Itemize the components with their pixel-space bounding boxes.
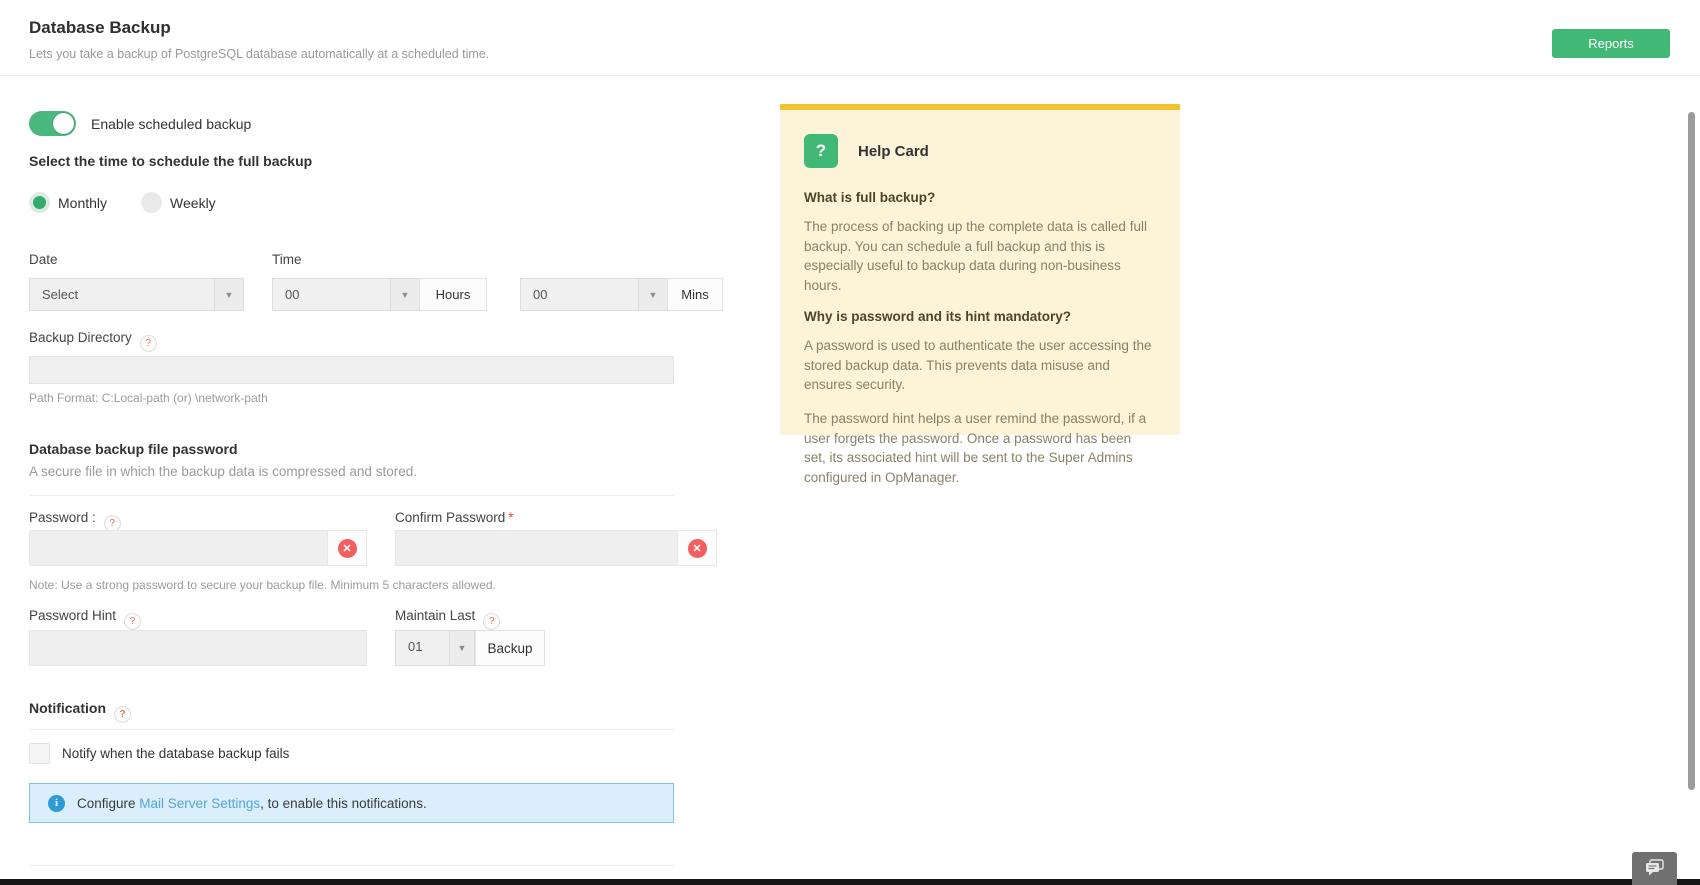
help-card-title: Help Card — [858, 142, 929, 160]
password-hint-input[interactable] — [29, 630, 367, 666]
divider — [29, 495, 674, 496]
maintain-last-label: Maintain Last? — [395, 608, 501, 630]
maintain-last-value: 01 — [408, 639, 423, 654]
date-select-value: Select — [42, 287, 79, 302]
info-text: Configure Mail Server Settings, to enabl… — [77, 796, 427, 811]
mins-select-value: 00 — [533, 287, 548, 302]
date-label: Date — [29, 252, 58, 267]
required-asterisk: * — [508, 510, 514, 525]
mins-unit-label: Mins — [667, 278, 723, 311]
password-input[interactable] — [30, 531, 328, 565]
help-icon[interactable]: ? — [483, 613, 501, 630]
mail-server-settings-link[interactable]: Mail Server Settings — [139, 796, 260, 811]
page-title: Database Backup — [29, 18, 171, 37]
mail-server-info-box: i Configure Mail Server Settings, to ena… — [29, 783, 674, 823]
enable-backup-toggle[interactable] — [29, 111, 76, 136]
chat-bubbles-icon — [1644, 858, 1666, 879]
confirm-password-field: ✕ — [395, 530, 717, 566]
weekly-radio-label: Weekly — [170, 194, 216, 211]
password-hint-label: Password Hint? — [29, 608, 142, 630]
password-section-title: Database backup file password — [29, 441, 238, 457]
path-format-hint: Path Format: C:Local-path (or) \network-… — [29, 391, 268, 405]
help-question: Why is password and its hint mandatory? — [804, 309, 1072, 325]
backup-directory-input[interactable] — [29, 356, 674, 384]
password-error-cell: ✕ — [328, 531, 366, 565]
password-field: ✕ — [29, 530, 367, 566]
monthly-radio-label: Monthly — [58, 194, 108, 211]
maintain-last-select[interactable]: 01 ▼ — [395, 630, 475, 666]
help-card-header: ? Help Card — [804, 134, 1156, 168]
help-answer: The password hint helps a user remind th… — [804, 410, 1147, 485]
question-mark-icon: ? — [804, 134, 838, 168]
frequency-radio-group: Monthly Weekly — [29, 192, 216, 213]
bottom-edge — [0, 879, 1700, 885]
enable-backup-row: Enable scheduled backup — [29, 111, 251, 136]
confirm-password-error-cell: ✕ — [678, 531, 716, 565]
confirm-password-label: Confirm Password * — [395, 510, 514, 525]
password-note: Note: Use a strong password to secure yo… — [29, 578, 496, 592]
page-header: Database Backup Lets you take a backup o… — [0, 0, 1700, 76]
notification-section-title: Notification? — [29, 700, 131, 723]
reports-button[interactable]: Reports — [1552, 29, 1670, 58]
enable-backup-label: Enable scheduled backup — [91, 115, 252, 132]
toggle-knob — [52, 112, 75, 135]
schedule-section-title: Select the time to schedule the full bac… — [29, 153, 313, 169]
error-cross-icon: ✕ — [337, 538, 357, 558]
password-label-text: Password : — [29, 510, 96, 525]
help-icon[interactable]: ? — [114, 706, 131, 723]
date-select[interactable]: Select ▼ — [29, 278, 244, 311]
help-card: ? Help Card What is full backup? The pro… — [780, 104, 1180, 485]
page-subtitle: Lets you take a backup of PostgreSQL dat… — [29, 47, 490, 61]
database-backup-page: Database Backup Lets you take a backup o… — [0, 0, 1700, 885]
password-hint-label-text: Password Hint — [29, 608, 117, 623]
help-answer: A password is used to authenticate the u… — [804, 338, 1152, 393]
chevron-down-icon: ▼ — [638, 279, 667, 310]
mins-select[interactable]: 00 ▼ — [520, 278, 668, 311]
weekly-radio[interactable] — [141, 192, 163, 213]
radio-dot — [33, 196, 46, 209]
hours-select[interactable]: 00 ▼ — [272, 278, 420, 311]
feedback-button[interactable] — [1632, 852, 1677, 885]
info-text-suffix: , to enable this notifications. — [260, 795, 427, 811]
info-text-prefix: Configure — [77, 795, 140, 811]
help-icon[interactable]: ? — [139, 335, 157, 352]
notify-checkbox[interactable] — [29, 743, 50, 764]
confirm-password-label-text: Confirm Password — [395, 510, 506, 525]
chevron-down-icon: ▼ — [214, 279, 243, 310]
time-label: Time — [272, 252, 302, 267]
backup-directory-label: Backup Directory? — [29, 330, 157, 352]
radio-option-weekly[interactable]: Weekly — [141, 192, 216, 213]
chevron-down-icon: ▼ — [449, 631, 474, 665]
help-icon[interactable]: ? — [124, 613, 142, 630]
hours-unit-label: Hours — [419, 278, 487, 311]
notification-title-text: Notification — [29, 700, 106, 716]
scrollbar-thumb[interactable] — [1688, 112, 1695, 790]
error-cross-icon: ✕ — [687, 538, 707, 558]
monthly-radio[interactable] — [29, 192, 50, 213]
chevron-down-icon: ▼ — [390, 279, 419, 310]
divider — [29, 729, 674, 730]
help-answer: The process of backing up the complete d… — [804, 219, 1147, 293]
radio-option-monthly[interactable]: Monthly — [29, 192, 107, 213]
confirm-password-input[interactable] — [396, 531, 678, 565]
password-label: Password :? — [29, 510, 121, 532]
maintain-last-label-text: Maintain Last — [395, 608, 476, 623]
password-section-subtitle: A secure file in which the backup data i… — [29, 464, 417, 479]
notify-checkbox-label: Notify when the database backup fails — [62, 746, 290, 761]
backup-unit-label: Backup — [475, 630, 545, 666]
backup-directory-label-text: Backup Directory — [29, 330, 132, 345]
divider — [29, 865, 674, 866]
hours-select-value: 00 — [285, 287, 300, 302]
notify-checkbox-row: Notify when the database backup fails — [29, 743, 289, 764]
help-question: What is full backup? — [804, 190, 936, 205]
info-icon: i — [48, 794, 65, 812]
